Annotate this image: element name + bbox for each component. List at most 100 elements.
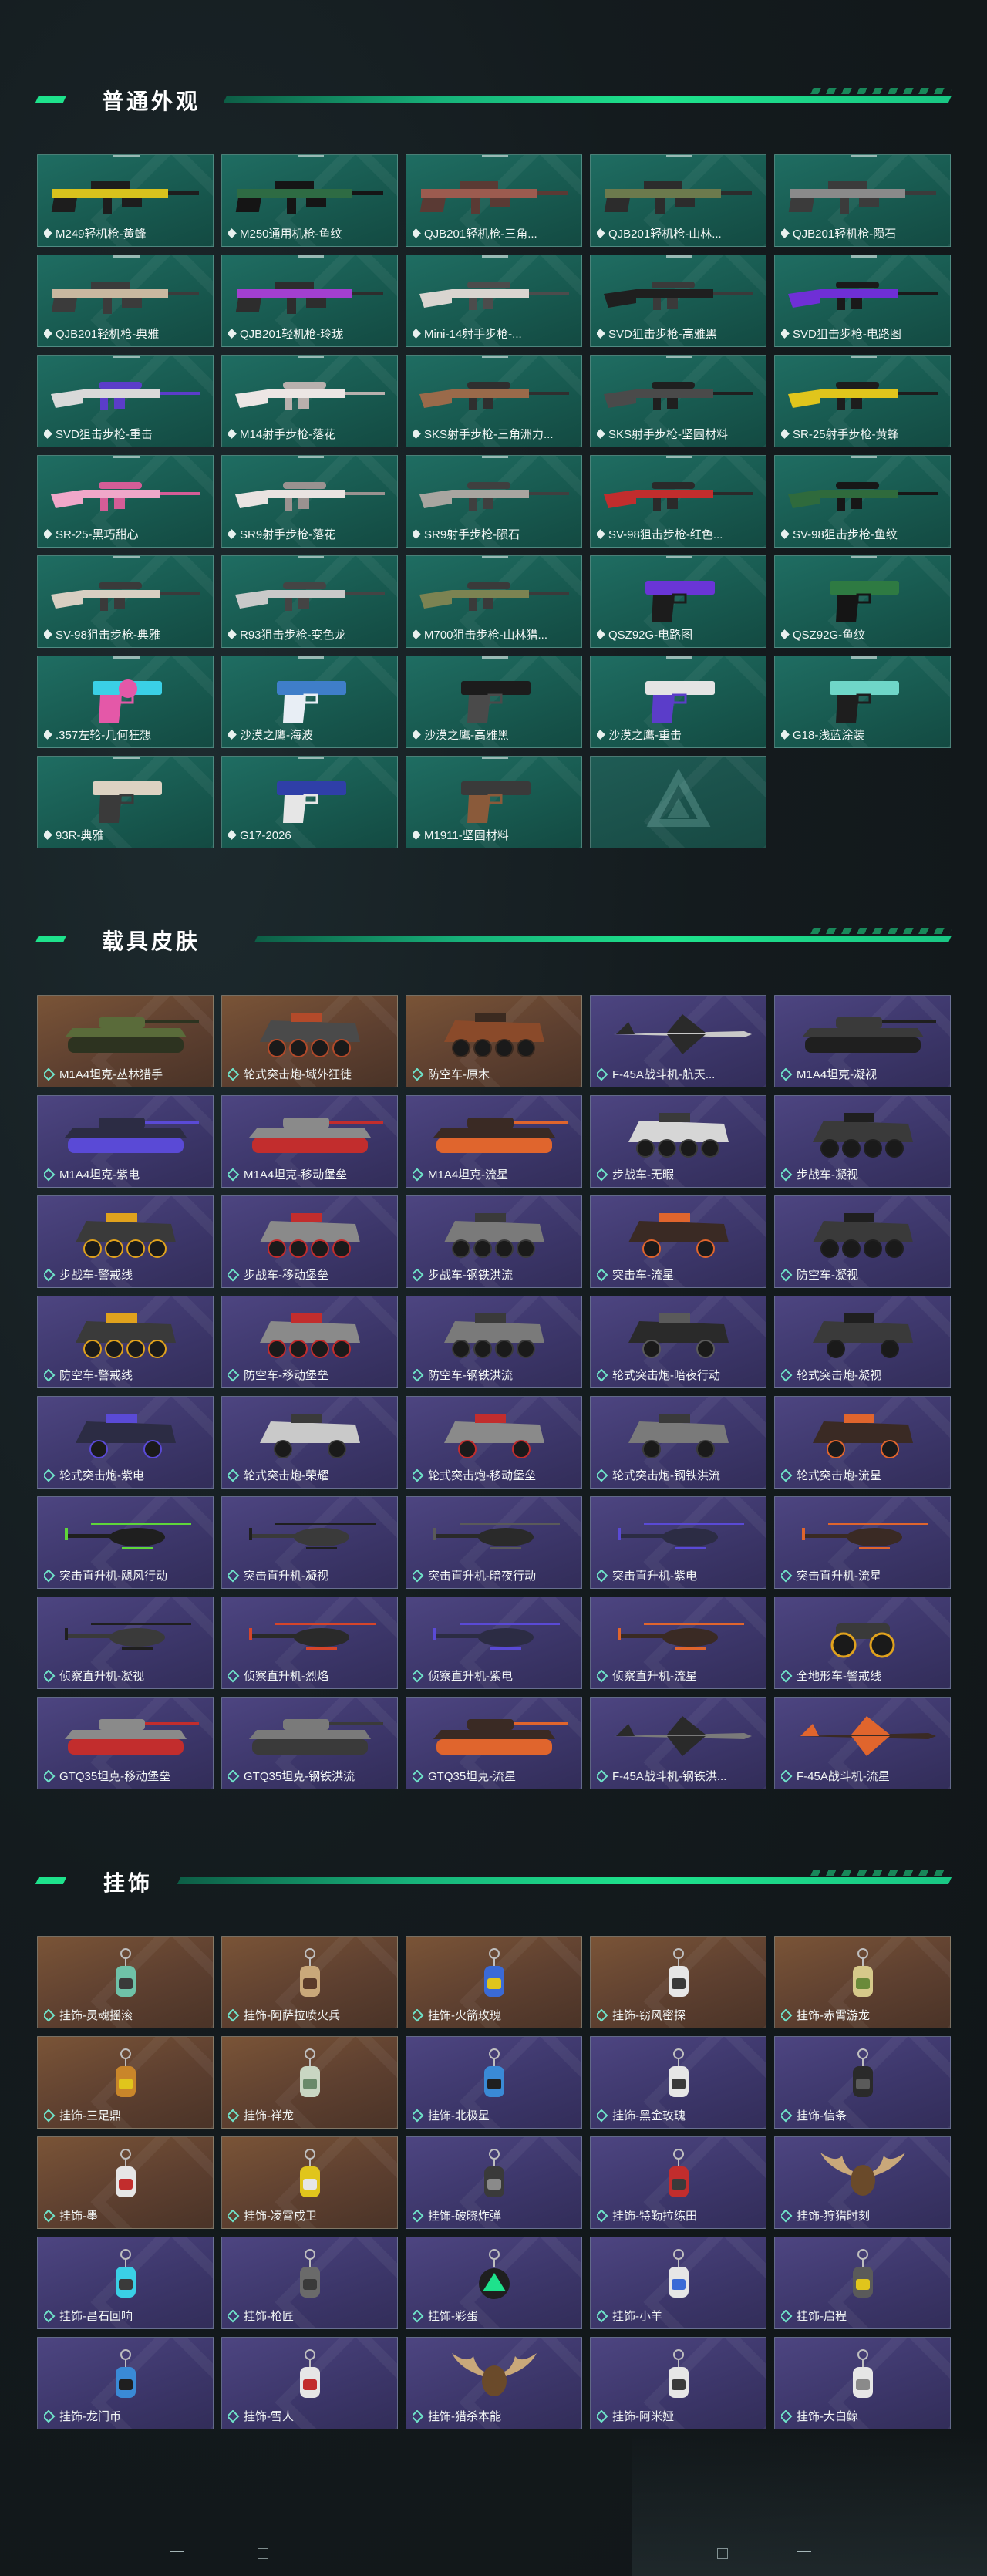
item-card[interactable]: 轮式突击炮-域外狂徒 xyxy=(221,995,398,1087)
item-card[interactable]: 突击直升机-凝视 xyxy=(221,1496,398,1589)
item-card[interactable]: 挂饰-枪匠 xyxy=(221,2237,398,2329)
item-card[interactable]: M1911-坚固材料 xyxy=(406,756,582,848)
item-card[interactable]: 轮式突击炮-荣耀 xyxy=(221,1396,398,1489)
item-card[interactable]: F-45A战斗机-流星 xyxy=(774,1697,951,1789)
item-card[interactable]: GTQ35坦克-移动堡垒 xyxy=(37,1697,214,1789)
item-card[interactable]: 突击车-流星 xyxy=(590,1195,766,1288)
item-card[interactable]: 侦察直升机-凝视 xyxy=(37,1597,214,1689)
item-card[interactable]: 防空车-凝视 xyxy=(774,1195,951,1288)
item-card[interactable]: SR9射手步枪-陨石 xyxy=(406,455,582,548)
item-card[interactable]: QSZ92G-鱼纹 xyxy=(774,555,951,648)
item-card[interactable]: 挂饰-彩蛋 xyxy=(406,2237,582,2329)
item-card[interactable]: 挂饰-窃风密探 xyxy=(590,1936,766,2028)
item-card[interactable]: 轮式突击炮-流星 xyxy=(774,1396,951,1489)
item-card[interactable]: 挂饰-灵魂摇滚 xyxy=(37,1936,214,2028)
item-card[interactable]: SVD狙击步枪-电路图 xyxy=(774,255,951,347)
item-card[interactable]: 轮式突击炮-暗夜行动 xyxy=(590,1296,766,1388)
item-card[interactable]: QJB201轻机枪-玲珑 xyxy=(221,255,398,347)
item-card[interactable]: 挂饰-墨 xyxy=(37,2136,214,2229)
item-card[interactable]: SV-98狙击步枪-典雅 xyxy=(37,555,214,648)
item-card[interactable]: 沙漠之鹰-高雅黑 xyxy=(406,656,582,748)
item-card[interactable]: G17-2026 xyxy=(221,756,398,848)
item-card[interactable]: F-45A战斗机-航天... xyxy=(590,995,766,1087)
item-card[interactable]: SV-98狙击步枪-红色... xyxy=(590,455,766,548)
item-card[interactable]: .357左轮-几何狂想 xyxy=(37,656,214,748)
item-card[interactable]: 侦察直升机-烈焰 xyxy=(221,1597,398,1689)
item-card[interactable]: SR-25射手步枪-黄蜂 xyxy=(774,355,951,447)
item-card[interactable]: 步战车-警戒线 xyxy=(37,1195,214,1288)
item-card[interactable]: M250通用机枪-鱼纹 xyxy=(221,154,398,247)
item-card[interactable]: M1A4坦克-凝视 xyxy=(774,995,951,1087)
item-card[interactable]: GTQ35坦克-流星 xyxy=(406,1697,582,1789)
item-card[interactable]: 防空车-警戒线 xyxy=(37,1296,214,1388)
item-card[interactable]: 突击直升机-暗夜行动 xyxy=(406,1496,582,1589)
item-card[interactable]: 挂饰-赤霄游龙 xyxy=(774,1936,951,2028)
item-card[interactable]: 步战车-钢铁洪流 xyxy=(406,1195,582,1288)
item-card[interactable]: SR9射手步枪-落花 xyxy=(221,455,398,548)
item-card[interactable]: 轮式突击炮-凝视 xyxy=(774,1296,951,1388)
item-card[interactable]: 侦察直升机-流星 xyxy=(590,1597,766,1689)
item-card[interactable]: SR-25-黑巧甜心 xyxy=(37,455,214,548)
item-card[interactable]: 挂饰-火箭玫瑰 xyxy=(406,1936,582,2028)
item-card[interactable]: G18-浅蓝涂装 xyxy=(774,656,951,748)
item-card[interactable]: 步战车-移动堡垒 xyxy=(221,1195,398,1288)
item-card[interactable]: 防空车-钢铁洪流 xyxy=(406,1296,582,1388)
item-card[interactable]: 挂饰-小羊 xyxy=(590,2237,766,2329)
item-card[interactable]: SVD狙击步枪-高雅黑 xyxy=(590,255,766,347)
item-card[interactable]: 挂饰-昌石回响 xyxy=(37,2237,214,2329)
item-card[interactable]: 全地形车-警戒线 xyxy=(774,1597,951,1689)
item-card[interactable]: 挂饰-雪人 xyxy=(221,2337,398,2429)
item-card[interactable]: 突击直升机-流星 xyxy=(774,1496,951,1589)
item-card[interactable]: QJB201轻机枪-陨石 xyxy=(774,154,951,247)
item-card[interactable]: 防空车-移动堡垒 xyxy=(221,1296,398,1388)
item-card[interactable]: QJB201轻机枪-三角... xyxy=(406,154,582,247)
item-card[interactable]: GTQ35坦克-钢铁洪流 xyxy=(221,1697,398,1789)
item-card[interactable]: F-45A战斗机-钢铁洪... xyxy=(590,1697,766,1789)
item-card[interactable]: 轮式突击炮-钢铁洪流 xyxy=(590,1396,766,1489)
item-card[interactable]: 挂饰-三足鼎 xyxy=(37,2036,214,2129)
item-card[interactable]: SKS射手步枪-三角洲力... xyxy=(406,355,582,447)
item-card[interactable]: 挂饰-龙门币 xyxy=(37,2337,214,2429)
item-card[interactable]: 沙漠之鹰-海波 xyxy=(221,656,398,748)
item-card[interactable]: 挂饰-大白鲸 xyxy=(774,2337,951,2429)
item-card[interactable]: 挂饰-黑金玫瑰 xyxy=(590,2036,766,2129)
item-card[interactable]: 挂饰-信条 xyxy=(774,2036,951,2129)
item-card[interactable]: 挂饰-阿米娅 xyxy=(590,2337,766,2429)
item-card[interactable]: 挂饰-破晓炸弹 xyxy=(406,2136,582,2229)
item-card[interactable]: Mini-14射手步枪-... xyxy=(406,255,582,347)
item-card[interactable]: QJB201轻机枪-典雅 xyxy=(37,255,214,347)
item-card[interactable]: 挂饰-特勤拉练田 xyxy=(590,2136,766,2229)
item-card[interactable]: 挂饰-祥龙 xyxy=(221,2036,398,2129)
item-card[interactable]: 轮式突击炮-紫电 xyxy=(37,1396,214,1489)
item-card[interactable]: 挂饰-启程 xyxy=(774,2237,951,2329)
item-card[interactable]: M1A4坦克-流星 xyxy=(406,1095,582,1188)
item-card[interactable]: 沙漠之鹰-重击 xyxy=(590,656,766,748)
item-card[interactable]: R93狙击步枪-变色龙 xyxy=(221,555,398,648)
item-card[interactable]: M1A4坦克-紫电 xyxy=(37,1095,214,1188)
item-card[interactable]: M700狙击步枪-山林猎... xyxy=(406,555,582,648)
rarity-diamond-icon xyxy=(228,429,237,439)
item-card[interactable]: 挂饰-阿萨拉喷火兵 xyxy=(221,1936,398,2028)
item-card[interactable]: SV-98狙击步枪-鱼纹 xyxy=(774,455,951,548)
item-card[interactable]: 突击直升机-紫电 xyxy=(590,1496,766,1589)
item-card[interactable]: SKS射手步枪-坚固材料 xyxy=(590,355,766,447)
item-card[interactable]: SVD狙击步枪-重击 xyxy=(37,355,214,447)
item-card[interactable]: 挂饰-狩猎时刻 xyxy=(774,2136,951,2229)
item-card[interactable]: 挂饰-猎杀本能 xyxy=(406,2337,582,2429)
item-card[interactable]: QJB201轻机枪-山林... xyxy=(590,154,766,247)
item-card[interactable]: 挂饰-凌霄戍卫 xyxy=(221,2136,398,2229)
item-card[interactable]: 防空车-原木 xyxy=(406,995,582,1087)
item-card[interactable]: M1A4坦克-移动堡垒 xyxy=(221,1095,398,1188)
item-card[interactable]: 93R-典雅 xyxy=(37,756,214,848)
item-card[interactable]: 挂饰-北极星 xyxy=(406,2036,582,2129)
item-card[interactable]: 步战车-凝视 xyxy=(774,1095,951,1188)
item-card[interactable]: 步战车-无暇 xyxy=(590,1095,766,1188)
item-card[interactable]: QSZ92G-电路图 xyxy=(590,555,766,648)
item-card[interactable]: 突击直升机-飓风行动 xyxy=(37,1496,214,1589)
item-card[interactable]: M249轻机枪-黄蜂 xyxy=(37,154,214,247)
item-card[interactable]: M1A4坦克-丛林猎手 xyxy=(37,995,214,1087)
charm-icon xyxy=(483,2149,504,2197)
item-card[interactable]: M14射手步枪-落花 xyxy=(221,355,398,447)
item-card[interactable]: 轮式突击炮-移动堡垒 xyxy=(406,1396,582,1489)
item-card[interactable]: 侦察直升机-紫电 xyxy=(406,1597,582,1689)
